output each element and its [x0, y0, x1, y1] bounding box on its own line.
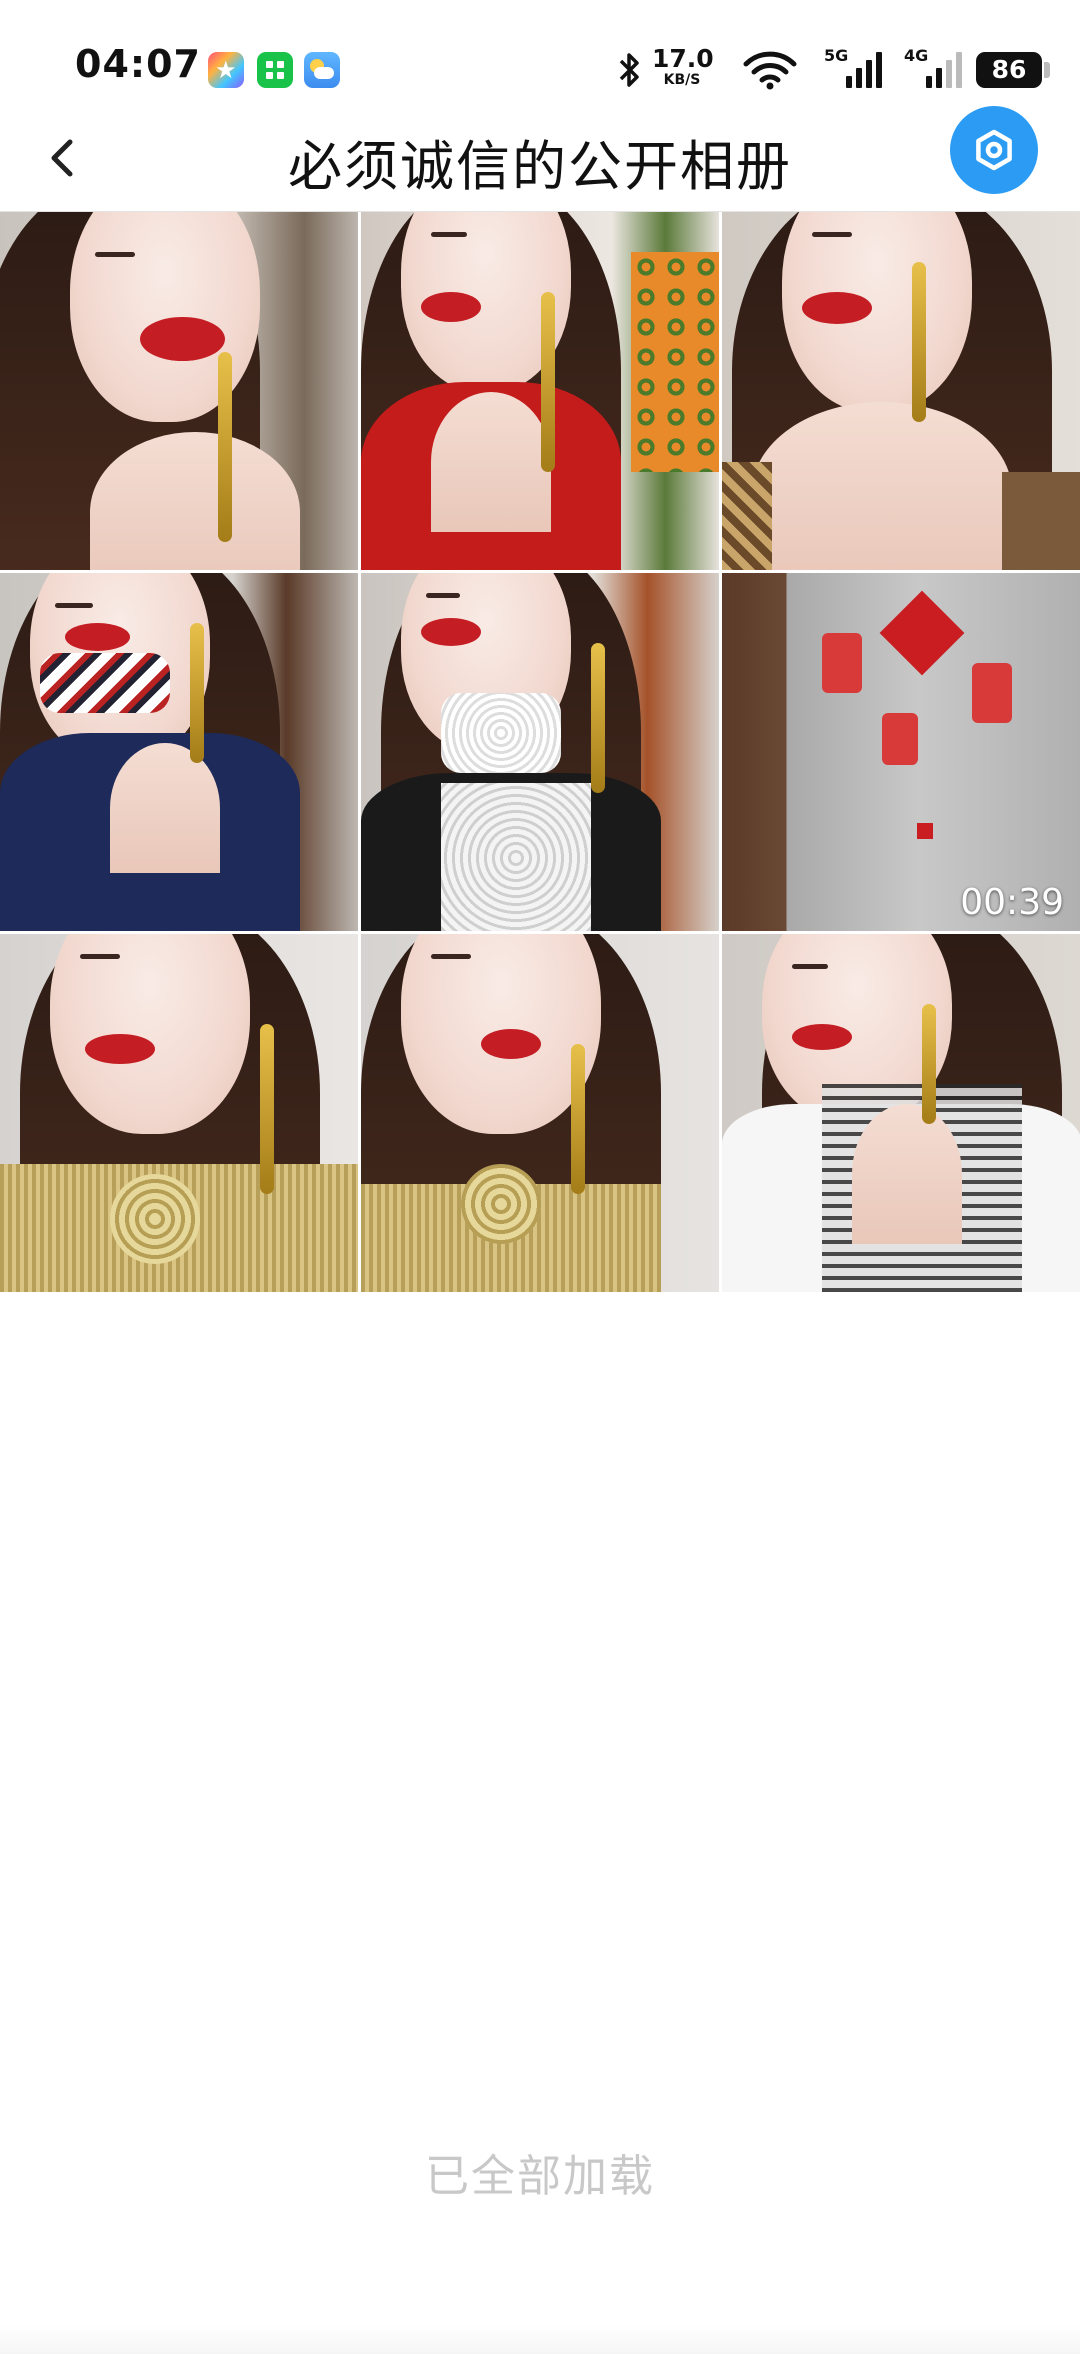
- album-photo-3[interactable]: [722, 212, 1080, 570]
- network-speed-value: 17.0: [652, 44, 714, 73]
- settings-icon: [976, 129, 1012, 171]
- album-photo-7[interactable]: [0, 934, 358, 1292]
- album-grid: 00:39: [0, 212, 1080, 1294]
- album-photo-9[interactable]: [722, 934, 1080, 1292]
- page-title: 必须诚信的公开相册: [288, 135, 792, 198]
- sim2-label: 4G: [904, 46, 929, 65]
- album-photo-5[interactable]: [361, 573, 719, 931]
- status-bar: 04:07 ★ 17.0 KB/S 5G 4G 86: [0, 0, 1080, 104]
- app-store-icon: ★: [208, 52, 244, 88]
- album-photo-4[interactable]: [0, 573, 358, 931]
- battery-icon: 86: [976, 52, 1042, 88]
- settings-button[interactable]: [950, 106, 1038, 194]
- album-video-6[interactable]: 00:39: [722, 573, 1080, 931]
- network-speed-unit: KB/S: [663, 72, 701, 88]
- battery-tip: [1044, 62, 1050, 78]
- weather-icon: [304, 52, 340, 88]
- bottom-shade: [0, 2324, 1080, 2354]
- signal-4g-icon: 4G: [904, 46, 964, 90]
- load-complete-text: 已全部加载: [425, 2151, 655, 2202]
- sim1-label: 5G: [824, 46, 849, 65]
- album-photo-8[interactable]: [361, 934, 719, 1292]
- bluetooth-icon: [616, 50, 642, 90]
- network-speed: 17.0 KB/S: [652, 44, 714, 89]
- album-photo-1[interactable]: [0, 212, 358, 570]
- video-duration: 00:39: [960, 882, 1064, 923]
- wifi-icon: [743, 50, 797, 90]
- signal-5g-icon: 5G: [824, 46, 884, 90]
- status-time: 04:07: [75, 42, 201, 86]
- wechat-app-icon: [257, 52, 293, 88]
- app-header: 必须诚信的公开相册: [0, 104, 1080, 212]
- album-photo-2[interactable]: [361, 212, 719, 570]
